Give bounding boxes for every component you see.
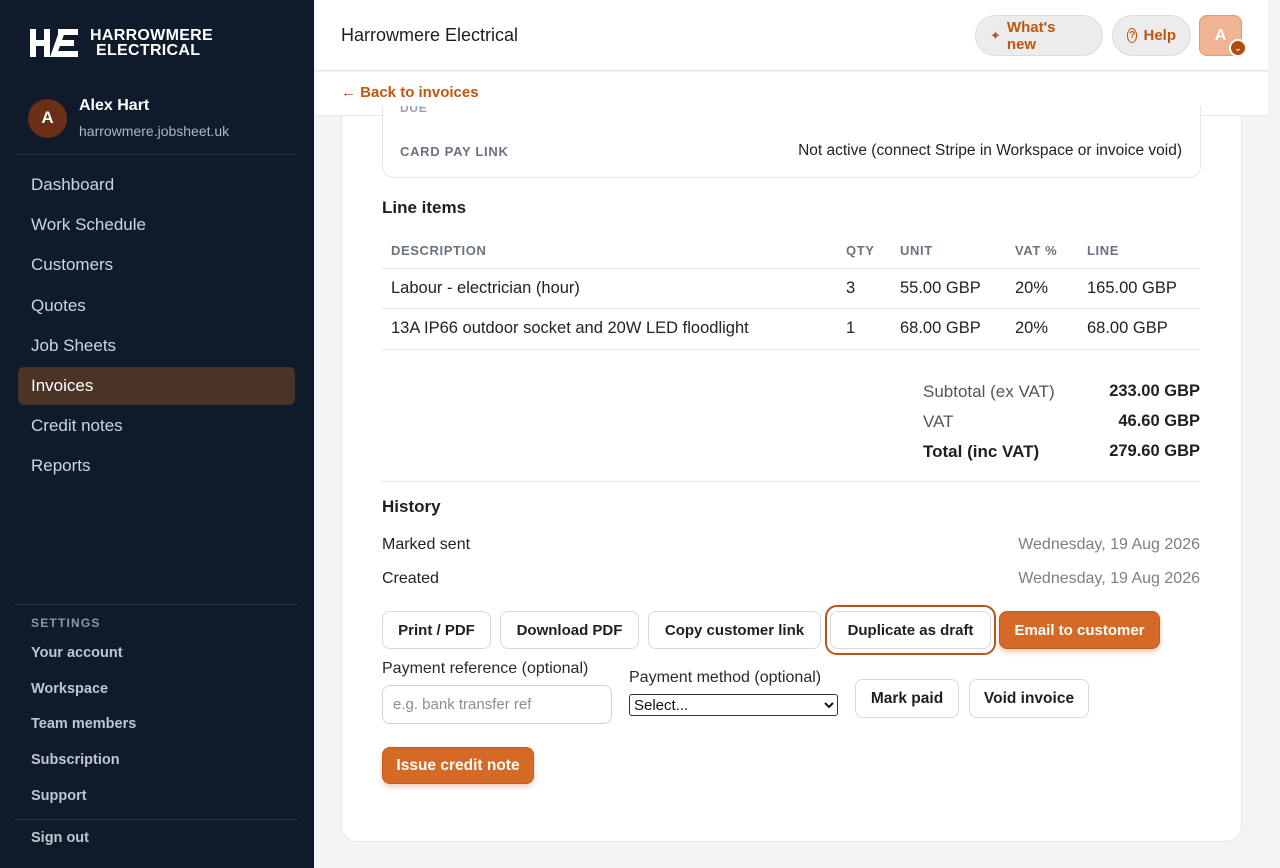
col-header-vat: VAT %: [1015, 243, 1058, 258]
sign-out-link[interactable]: Sign out: [31, 830, 89, 846]
card-pay-link-label: CARD PAY LINK: [400, 144, 509, 159]
settings-item-team-members[interactable]: Team members: [31, 716, 136, 732]
invoice-card: [341, 116, 1242, 842]
total-value: 279.60 GBP: [1109, 442, 1200, 460]
help-label: Help: [1143, 27, 1176, 44]
help-circle-icon: ?: [1127, 28, 1138, 43]
account-avatar-initial: A: [1214, 26, 1227, 44]
issue-credit-note-button[interactable]: Issue credit note: [382, 747, 534, 784]
row-1-line: 165.00 GBP: [1087, 279, 1177, 297]
help-button[interactable]: ? Help: [1112, 15, 1191, 56]
top-header: Harrowmere Electrical ✦ What's new ? Hel…: [315, 0, 1268, 71]
settings-item-subscription[interactable]: Subscription: [31, 752, 120, 768]
workspace-title: Harrowmere Electrical: [341, 25, 519, 45]
section-divider: [382, 481, 1200, 482]
mark-paid-button[interactable]: Mark paid: [855, 679, 959, 718]
logo-mark-icon: [30, 29, 78, 57]
sidebar-item-quotes[interactable]: Quotes: [18, 287, 295, 325]
duplicate-as-draft-button[interactable]: Duplicate as draft: [830, 611, 991, 649]
chevron-down-icon: ⌄: [1229, 39, 1247, 57]
sidebar-item-invoices[interactable]: Invoices: [18, 366, 295, 405]
col-header-qty: QTY: [846, 243, 875, 258]
settings-item-workspace[interactable]: Workspace: [31, 681, 108, 697]
row-2-vat: 20%: [1015, 319, 1049, 337]
user-avatar: A: [28, 98, 67, 138]
sparkle-icon: ✦: [990, 27, 1001, 43]
due-label: DUE: [400, 106, 428, 115]
back-to-invoices-link[interactable]: ← Back to invoices: [341, 84, 479, 101]
line-items-title: Line items: [382, 198, 467, 217]
history-event-date: Wednesday, 19 Aug 2026: [1018, 570, 1200, 587]
sidebar-item-dashboard[interactable]: Dashboard: [18, 166, 295, 204]
history-event-date: Wednesday, 19 Aug 2026: [1018, 536, 1200, 553]
table-row-divider: [382, 268, 1200, 269]
brand-line-1: HARROWMERE: [90, 27, 213, 44]
user-profile[interactable]: A Alex Hart harrowmere.jobsheet.uk: [28, 97, 229, 139]
brand-name: HARROWMERE ELECTRICAL: [90, 27, 213, 59]
signout-divider: [15, 819, 297, 820]
payment-method-label: Payment method (optional): [629, 669, 822, 686]
settings-heading: SETTINGS: [31, 616, 101, 630]
row-1-qty: 3: [846, 279, 856, 297]
row-2-description: 13A IP66 outdoor socket and 20W LED floo…: [391, 319, 749, 337]
payment-method-select[interactable]: Select...: [629, 694, 838, 716]
user-domain: harrowmere.jobsheet.uk: [79, 123, 230, 139]
card-pay-link-value: Not active (connect Stripe in Workspace …: [798, 142, 1182, 159]
settings-item-your-account[interactable]: Your account: [31, 645, 123, 661]
sidebar-item-credit-notes[interactable]: Credit notes: [18, 407, 295, 445]
total-label: Total (inc VAT): [923, 442, 1040, 461]
subtotal-value: 233.00 GBP: [1109, 382, 1200, 400]
sidebar-item-work-schedule[interactable]: Work Schedule: [18, 206, 295, 244]
table-row-divider: [382, 349, 1200, 350]
payment-reference-input[interactable]: [382, 685, 612, 724]
subtotal-label: Subtotal (ex VAT): [923, 382, 1055, 401]
history-event-label: Marked sent: [382, 536, 471, 553]
copy-customer-link-button[interactable]: Copy customer link: [648, 611, 821, 649]
row-2-qty: 1: [846, 319, 856, 337]
settings-divider: [15, 604, 297, 605]
col-header-description: DESCRIPTION: [391, 243, 487, 258]
account-menu-avatar[interactable]: A ⌄: [1199, 15, 1247, 57]
email-to-customer-button[interactable]: Email to customer: [999, 611, 1160, 649]
table-row-divider: [382, 308, 1200, 309]
history-event-label: Created: [382, 570, 439, 587]
col-header-line: LINE: [1087, 243, 1120, 258]
settings-item-support[interactable]: Support: [31, 788, 87, 804]
payment-reference-label: Payment reference (optional): [382, 660, 589, 677]
sidebar-item-reports[interactable]: Reports: [18, 447, 295, 485]
brand-logo[interactable]: HARROWMERE ELECTRICAL: [30, 27, 213, 59]
row-2-line: 68.00 GBP: [1087, 319, 1168, 337]
whats-new-label: What's new: [1006, 18, 1056, 53]
sidebar-item-customers[interactable]: Customers: [18, 246, 295, 284]
download-pdf-button[interactable]: Download PDF: [500, 611, 639, 649]
row-1-description: Labour - electrician (hour): [391, 279, 580, 297]
void-invoice-button[interactable]: Void invoice: [969, 679, 1089, 718]
vat-label: VAT: [923, 412, 954, 431]
col-header-unit: UNIT: [900, 243, 933, 258]
sidebar: HARROWMERE ELECTRICAL A Alex Hart harrow…: [0, 0, 314, 868]
history-title: History: [382, 497, 441, 516]
brand-line-2: ELECTRICAL: [96, 42, 201, 59]
row-1-unit: 55.00 GBP: [900, 279, 981, 297]
whats-new-button[interactable]: ✦ What's new: [975, 15, 1103, 56]
sidebar-nav: Dashboard Work Schedule Customers Quotes…: [18, 166, 295, 488]
user-name: Alex Hart: [79, 97, 150, 114]
row-2-unit: 68.00 GBP: [900, 319, 981, 337]
print-pdf-button[interactable]: Print / PDF: [382, 611, 491, 649]
sidebar-item-job-sheets[interactable]: Job Sheets: [18, 327, 295, 365]
sidebar-divider: [15, 154, 297, 155]
vat-value: 46.60 GBP: [1118, 412, 1200, 430]
row-1-vat: 20%: [1015, 279, 1049, 297]
